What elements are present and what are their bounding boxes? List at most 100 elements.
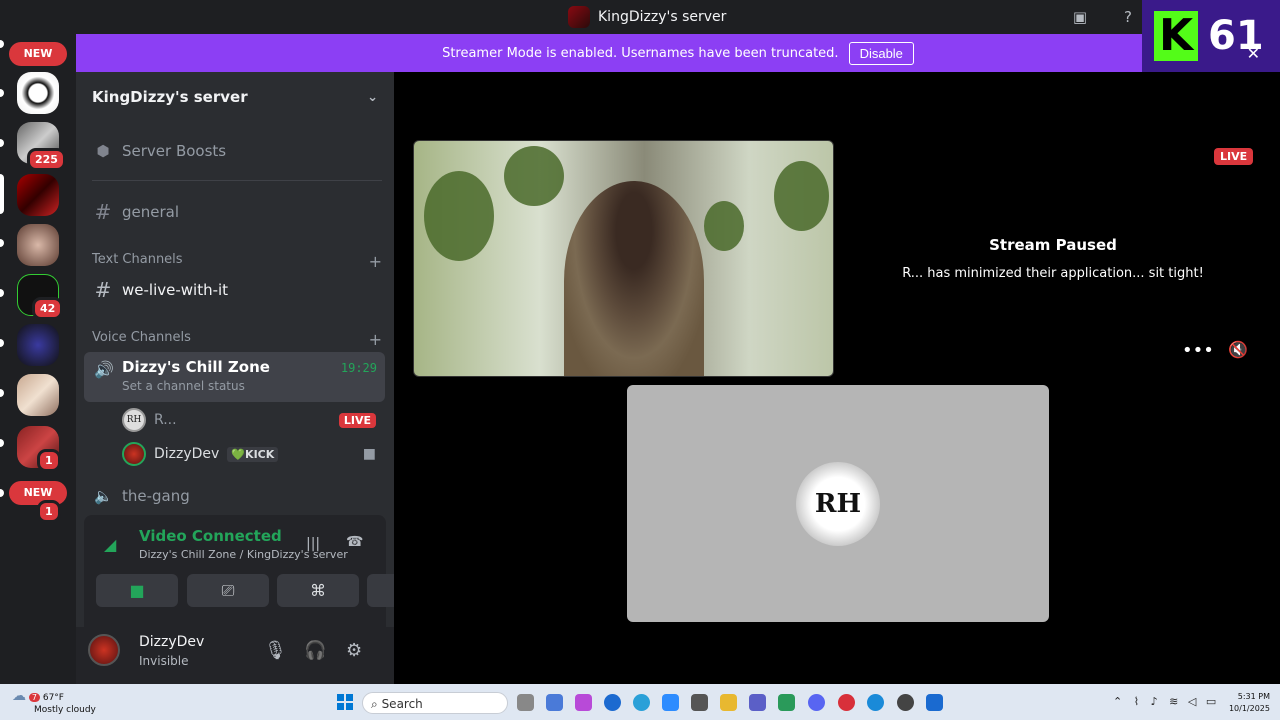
member-name: R...: [154, 412, 177, 428]
microphone-icon[interactable]: ♪: [1151, 695, 1158, 708]
avatar: RH: [796, 462, 880, 546]
inbox-icon[interactable]: ▣: [1070, 7, 1090, 27]
server-icon-7[interactable]: [17, 374, 59, 416]
voice-member[interactable]: DizzyDev 💚KICK ■: [122, 440, 384, 468]
plant-shape: [424, 171, 494, 261]
muted-speaker-icon[interactable]: 🔇: [1228, 340, 1248, 359]
avatar: [122, 442, 146, 466]
server-header[interactable]: KingDizzy's server ⌄: [76, 72, 394, 122]
camera-button[interactable]: ■: [96, 574, 178, 607]
activities-button[interactable]: ⌘: [277, 574, 359, 607]
mention-badge: 1: [37, 500, 61, 523]
unread-pill: [0, 339, 4, 347]
gamepad-icon: ⌘: [310, 581, 326, 600]
discord-icon[interactable]: [808, 694, 825, 711]
stream-paused-message: Stream Paused R... has minimized their a…: [864, 236, 1242, 281]
voice-channel-the-gang[interactable]: 🔈 the-gang: [84, 480, 384, 512]
divider: [92, 180, 382, 181]
live-badge: LIVE: [1214, 148, 1254, 165]
user-name: DizzyDev: [139, 634, 205, 650]
windows-start-icon[interactable]: [337, 694, 353, 710]
network-icon[interactable]: ⌇: [1134, 695, 1139, 708]
disable-streamer-mode-button[interactable]: Disable: [848, 41, 914, 65]
battery-icon[interactable]: ▭: [1206, 695, 1216, 708]
voice-channel-active[interactable]: 🔊 Dizzy's Chill Zone Set a channel statu…: [84, 352, 385, 402]
zoom-icon[interactable]: [662, 694, 679, 711]
teams-icon[interactable]: [749, 694, 766, 711]
channel-label: general: [122, 203, 180, 221]
app-icon[interactable]: [926, 694, 943, 711]
user-status: Invisible: [139, 654, 189, 668]
close-icon[interactable]: ✕: [1247, 44, 1260, 63]
gear-icon[interactable]: ⚙: [346, 640, 362, 661]
camera-icon: ■: [129, 581, 145, 600]
signal-icon[interactable]: ◢: [104, 535, 116, 554]
server-icon-powerpuff[interactable]: [17, 72, 59, 114]
settings-icon[interactable]: [897, 694, 914, 711]
avatar[interactable]: [88, 634, 120, 666]
copilot-icon[interactable]: [575, 694, 592, 711]
system-tray[interactable]: ⌃ ⌇ ♪ ≋ ◁ ▭: [1113, 695, 1216, 708]
plant-shape: [704, 201, 744, 251]
task-view-icon[interactable]: [517, 694, 534, 711]
headphones-icon[interactable]: 🎧: [304, 640, 326, 661]
windows-taskbar: ☁ 7 67°F Mostly cloudy ⌕ Search ⌃ ⌇ ♪ ≋ …: [0, 684, 1280, 720]
voice-connected-title: Video Connected: [139, 527, 282, 545]
disconnect-icon[interactable]: ☎: [346, 534, 363, 550]
webcam-video-tile[interactable]: [413, 140, 834, 377]
taskbar-search[interactable]: ⌕ Search: [362, 692, 508, 714]
server-icon-6[interactable]: [17, 324, 59, 366]
widgets-icon[interactable]: [546, 694, 563, 711]
file-explorer-icon[interactable]: [720, 694, 737, 711]
server-name: KingDizzy's server: [92, 88, 248, 106]
user-panel: DizzyDev Invisible 🎙 🎧 ⚙: [76, 627, 394, 684]
hash-icon: #: [94, 278, 112, 302]
clock-date: 10/1/2025: [1228, 704, 1270, 713]
avatar: RH: [122, 408, 146, 432]
store-icon[interactable]: [691, 694, 708, 711]
category-voice-channels[interactable]: Voice Channels +: [92, 330, 382, 349]
voice-member[interactable]: RH R... LIVE: [122, 406, 384, 434]
hp-icon[interactable]: [604, 694, 621, 711]
stream-paused-title: Stream Paused: [989, 236, 1117, 254]
plant-shape: [774, 161, 829, 231]
chevron-up-icon[interactable]: ⌃: [1113, 695, 1122, 708]
server-boosts-item[interactable]: ⬢ Server Boosts: [84, 135, 384, 167]
chrome-icon[interactable]: [633, 694, 650, 711]
clock[interactable]: 5:31 PM 10/1/2025: [1228, 691, 1270, 715]
maps-pin-icon[interactable]: [838, 694, 855, 711]
microphone-icon[interactable]: 🎙: [264, 640, 287, 661]
banner-text: Streamer Mode is enabled. Usernames have…: [442, 45, 839, 61]
edge-icon[interactable]: [867, 694, 884, 711]
channel-general[interactable]: # general: [84, 196, 384, 228]
video-stage: LIVE Stream Paused R... has minimized th…: [394, 72, 1280, 684]
add-channel-icon[interactable]: +: [369, 252, 382, 271]
server-icon-4[interactable]: [17, 224, 59, 266]
weather-widget[interactable]: ☁ 7 67°F Mostly cloudy: [12, 689, 96, 716]
kick-logo-icon: K: [1154, 11, 1198, 61]
kick-viewer-overlay: K 61 ✕: [1142, 0, 1280, 72]
mention-badge: 1: [37, 449, 61, 472]
screen-share-button[interactable]: ⎚: [187, 574, 269, 607]
unread-pill: [0, 389, 4, 397]
category-label: Voice Channels: [92, 330, 191, 345]
channel-status[interactable]: Set a channel status: [122, 379, 375, 393]
server-icon: [568, 6, 590, 28]
add-channel-icon[interactable]: +: [369, 330, 382, 349]
live-badge: LIVE: [338, 412, 376, 428]
more-options-icon[interactable]: •••: [1182, 340, 1214, 361]
app-icon[interactable]: [778, 694, 795, 711]
help-icon[interactable]: ?: [1118, 7, 1138, 27]
server-icon-kingdizzy[interactable]: [17, 174, 59, 216]
new-badge: NEW: [9, 42, 67, 66]
speaker-icon: 🔊: [94, 360, 114, 379]
streamer-figure: [564, 181, 704, 376]
noise-suppression-icon[interactable]: |||: [306, 536, 320, 552]
category-text-channels[interactable]: Text Channels +: [92, 252, 382, 271]
wifi-icon[interactable]: ≋: [1169, 695, 1178, 708]
channel-we-live-with-it[interactable]: # we-live-with-it: [84, 274, 384, 306]
participant-tile[interactable]: RH: [627, 385, 1049, 622]
volume-icon[interactable]: ◁: [1188, 695, 1196, 708]
screen-share-icon: ⎚: [221, 581, 235, 600]
unread-pill: [0, 89, 4, 97]
